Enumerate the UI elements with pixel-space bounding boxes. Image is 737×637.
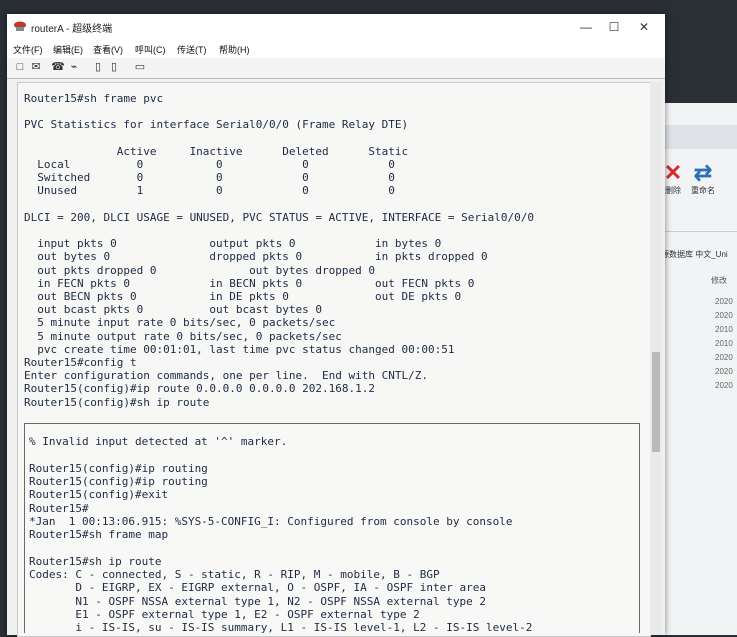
background-list-item: 2020 bbox=[715, 311, 733, 320]
terminal-line: Router15#config t bbox=[24, 356, 137, 369]
background-window-header bbox=[655, 125, 737, 149]
terminal-line: Switched 0 0 0 0 bbox=[24, 171, 395, 185]
title-bar: routerA - 超级终端 — ☐ ✕ bbox=[7, 14, 665, 40]
menu-file[interactable]: 文件(F) bbox=[13, 43, 43, 56]
send-button[interactable]: ▯ bbox=[91, 61, 105, 74]
menu-help[interactable]: 帮助(H) bbox=[219, 43, 250, 56]
terminal-line: out BECN pkts 0 in DE pkts 0 out DE pkts… bbox=[24, 290, 462, 303]
terminal-line: input pkts 0 output pkts 0 in bytes 0 bbox=[24, 237, 442, 251]
terminal-line: Router15#sh ip route bbox=[29, 554, 162, 568]
terminal-line: Router15(config)#ip routing bbox=[29, 461, 208, 475]
menu-bar: 文件(F) 编辑(E) 查看(V) 呼叫(C) 传送(T) 帮助(H) bbox=[7, 40, 665, 59]
open-button[interactable]: ✉ bbox=[29, 61, 43, 74]
terminal-line: out pkts dropped 0 out bytes dropped 0 bbox=[24, 263, 375, 277]
terminal-window: routerA - 超级终端 — ☐ ✕ 文件(F) 编辑(E) 查看(V) 呼… bbox=[7, 14, 665, 637]
terminal-line: 5 minute output rate 0 bits/sec, 0 packe… bbox=[24, 329, 342, 343]
background-list-item: 2010 bbox=[715, 325, 733, 334]
new-connection-button[interactable]: □ bbox=[13, 61, 27, 74]
terminal-line: Active Inactive Deleted Static bbox=[24, 144, 409, 158]
terminal-line: Router15(config)#ip routing bbox=[29, 474, 208, 488]
terminal-line: Router15#sh frame map bbox=[29, 528, 169, 542]
rename-icon: ⇄ bbox=[693, 160, 713, 185]
terminal-output[interactable]: Router15#sh frame pvc PVC Statistics for … bbox=[17, 82, 651, 637]
close-button[interactable]: ✕ bbox=[633, 18, 655, 36]
vertical-scrollbar[interactable] bbox=[650, 82, 662, 635]
background-window: ✕ 删除 ⇄ 重命名 源数据库 中文_Uni 修改 2020 2020 2010 20… bbox=[655, 103, 737, 635]
terminal-line: D - EIGRP, EX - EIGRP external, O - OSPF… bbox=[29, 581, 486, 595]
call-button[interactable]: ☎ bbox=[51, 61, 65, 74]
terminal-line: Codes: C - connected, S - static, R - RI… bbox=[29, 568, 440, 581]
terminal-line: Enter configuration commands, one per li… bbox=[24, 369, 428, 383]
terminal-line: DLCI = 200, DLCI USAGE = UNUSED, PVC STA… bbox=[24, 210, 534, 224]
terminal-line: N1 - OSPF NSSA external type 1, N2 - OSP… bbox=[29, 594, 486, 608]
maximize-button[interactable]: ☐ bbox=[603, 18, 625, 36]
menu-view[interactable]: 查看(V) bbox=[93, 43, 123, 56]
menu-call[interactable]: 呼叫(C) bbox=[135, 43, 166, 56]
rename-tool-label: 重命名 bbox=[691, 186, 715, 195]
menu-transfer[interactable]: 传送(T) bbox=[177, 43, 207, 56]
background-list-item: 2020 bbox=[715, 353, 733, 362]
terminal-line: i - IS-IS, su - IS-IS summary, L1 - IS-I… bbox=[29, 621, 533, 635]
terminal-line: Unused 1 0 0 0 bbox=[24, 184, 395, 198]
window-title: routerA - 超级终端 bbox=[31, 24, 113, 35]
rename-tool-button[interactable]: ⇄ 重命名 bbox=[689, 161, 717, 201]
terminal-line: Router15(config)#ip route 0.0.0.0 0.0.0.… bbox=[24, 382, 375, 396]
terminal-line: in FECN pkts 0 in BECN pkts 0 out FECN p… bbox=[24, 276, 475, 290]
terminal-line: Router15#sh frame pvc bbox=[24, 92, 164, 105]
minimize-button[interactable]: — bbox=[575, 18, 597, 36]
background-list-item: 2010 bbox=[715, 339, 733, 348]
terminal-line: E1 - OSPF external type 1, E2 - OSPF ext… bbox=[29, 607, 420, 621]
terminal-line: % Invalid input detected at '^' marker. bbox=[29, 435, 288, 448]
toolbar: □ ✉ ☎ ⌁ ▯ ▯ ▭ bbox=[7, 58, 665, 79]
terminal-line: Local 0 0 0 0 bbox=[24, 158, 395, 171]
background-list-item: 2020 bbox=[715, 297, 733, 306]
terminal-line: 5 minute input rate 0 bits/sec, 0 packet… bbox=[24, 316, 336, 330]
terminal-line: PVC Statistics for interface Serial0/0/0… bbox=[24, 118, 409, 132]
scrollbar-thumb[interactable] bbox=[652, 352, 660, 452]
background-column-header: 修改 bbox=[711, 276, 727, 285]
terminal-line: Router15(config)#exit bbox=[29, 488, 169, 502]
background-list-item: 2020 bbox=[715, 367, 733, 376]
terminal-line: out bcast pkts 0 out bcast bytes 0 bbox=[24, 303, 323, 317]
terminal-line: Router15(config)#sh ip route bbox=[24, 395, 210, 409]
background-divider bbox=[655, 231, 737, 232]
terminal-line: *Jan 1 00:13:06.915: %SYS-5-CONFIG_I: Co… bbox=[29, 514, 513, 528]
properties-button[interactable]: ▭ bbox=[133, 61, 147, 74]
background-list-item: 2020 bbox=[715, 381, 733, 390]
terminal-lower-pane: % Invalid input detected at '^' marker. R… bbox=[24, 423, 640, 635]
menu-edit[interactable]: 编辑(E) bbox=[53, 43, 83, 56]
receive-button[interactable]: ▯ bbox=[107, 61, 121, 74]
terminal-line: Router15# bbox=[29, 501, 89, 515]
phone-app-icon bbox=[14, 21, 26, 31]
background-subtitle: 源数据库 中文_Uni bbox=[661, 250, 728, 259]
terminal-line: out bytes 0 dropped pkts 0 in pkts dropp… bbox=[24, 250, 488, 264]
terminal-line: pvc create time 00:01:01, last time pvc … bbox=[24, 342, 455, 356]
disconnect-button[interactable]: ⌁ bbox=[67, 61, 81, 74]
